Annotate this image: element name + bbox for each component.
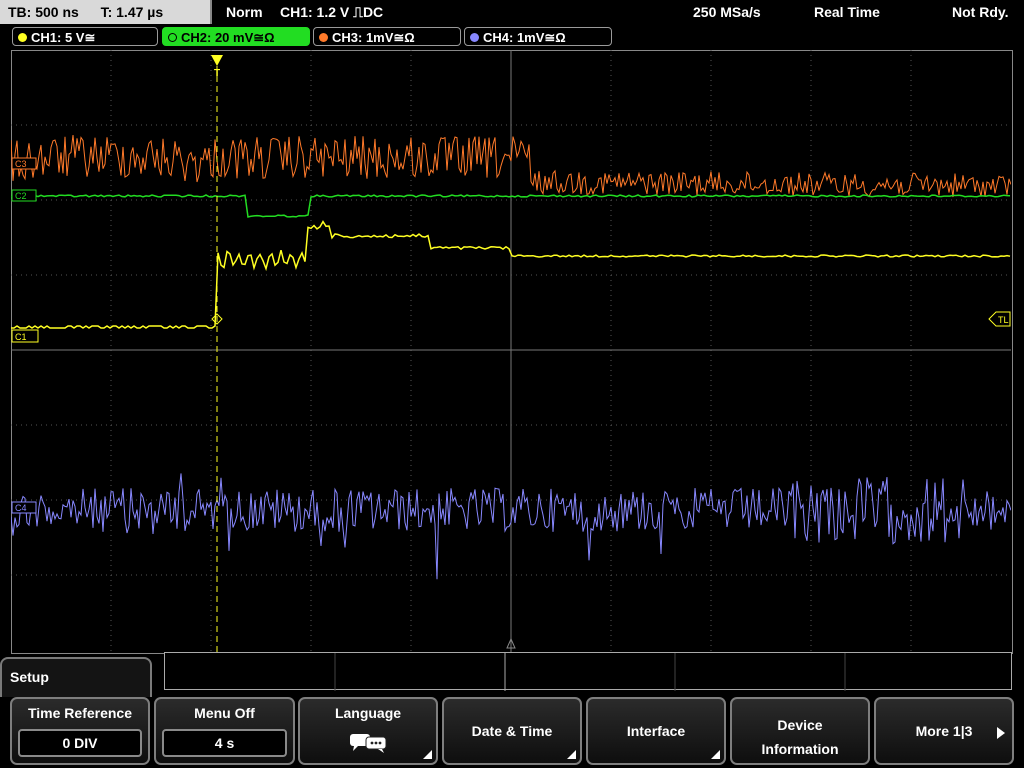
channel-3-tab[interactable]: CH3: 1mV≅Ω xyxy=(313,27,461,46)
trigger-mode[interactable]: Norm xyxy=(226,0,263,24)
channel-2-label: CH2: 20 mV≅Ω xyxy=(181,30,275,45)
channel-2-tab[interactable]: CH2: 20 mV≅Ω xyxy=(162,27,310,46)
device-information-label-1: Device xyxy=(777,717,823,733)
speech-bubbles-icon xyxy=(350,734,387,753)
waveform-plot: T C3 C2 C1 C4 TL xyxy=(11,50,1011,652)
interface-softkey[interactable]: Interface xyxy=(586,697,726,765)
channel-1-tab[interactable]: CH1: 5 V≅ xyxy=(12,27,158,46)
status-bar: TB: 500 ns T: 1.47 µs Norm CH1: 1.2 V ⎍D… xyxy=(0,0,1024,26)
timebase-box[interactable]: TB: 500 ns T: 1.47 µs xyxy=(0,0,212,24)
channel-3-label: CH3: 1mV≅Ω xyxy=(332,30,415,45)
submenu-corner-icon xyxy=(567,750,576,759)
sample-rate: 250 MSa/s xyxy=(693,4,761,20)
trigger-level-marker: TL xyxy=(988,311,1011,327)
interface-label: Interface xyxy=(626,723,686,739)
submenu-corner-icon xyxy=(423,750,432,759)
language-label: Language xyxy=(334,705,402,721)
acquisition-state: Not Rdy. xyxy=(952,4,1009,20)
channel-1-dot-icon xyxy=(18,33,27,42)
submenu-corner-icon xyxy=(711,750,720,759)
channel-3-dot-icon xyxy=(319,33,328,42)
channel-1-marker: C1 xyxy=(11,329,39,343)
language-softkey[interactable]: Language xyxy=(298,697,438,765)
channel-4-marker-label: C4 xyxy=(15,503,27,513)
channel-2-marker: C2 xyxy=(11,189,37,202)
menu-off-value: 4 s xyxy=(162,729,287,757)
graticule xyxy=(11,50,1011,652)
trigger-time-text: T: 1.47 µs xyxy=(100,4,164,20)
channel-2-marker-label: C2 xyxy=(15,191,27,201)
more-label: More 1|3 xyxy=(915,723,973,739)
more-softkey[interactable]: More 1|3 xyxy=(874,697,1014,765)
trigger-level-label: TL xyxy=(998,315,1009,325)
trigger-position-arrow-icon xyxy=(211,55,223,66)
time-reference-label: Time Reference xyxy=(27,705,132,721)
channel-3-marker-label: C3 xyxy=(15,159,27,169)
menu-off-label: Menu Off xyxy=(194,705,255,721)
date-time-softkey[interactable]: Date & Time xyxy=(442,697,582,765)
channel-1-marker-label: C1 xyxy=(15,332,27,342)
menu-title-tab: Setup xyxy=(0,657,152,697)
channel-4-dot-icon xyxy=(470,33,479,42)
arrow-right-icon xyxy=(997,727,1005,739)
date-time-label: Date & Time xyxy=(471,723,553,739)
channel-3-marker: C3 xyxy=(11,157,37,170)
device-information-label-2: Information xyxy=(761,741,839,757)
channel-2-dot-icon xyxy=(168,33,177,42)
channel-4-tab[interactable]: CH4: 1mV≅Ω xyxy=(464,27,612,46)
channel-1-label: CH1: 5 V≅ xyxy=(31,30,96,45)
zoom-strip xyxy=(164,652,1012,691)
channel-4-marker: C4 xyxy=(11,501,37,514)
time-reference-softkey[interactable]: Time Reference 0 DIV xyxy=(10,697,150,765)
channel-4-label: CH4: 1mV≅Ω xyxy=(483,30,566,45)
trigger-source[interactable]: CH1: 1.2 V ⎍DC xyxy=(280,0,383,24)
timebase-text: TB: 500 ns xyxy=(8,4,79,20)
acquisition-mode: Real Time xyxy=(814,4,880,20)
device-information-softkey[interactable]: Device Information xyxy=(730,697,870,765)
menu-off-softkey[interactable]: Menu Off 4 s xyxy=(154,697,295,765)
time-reference-value: 0 DIV xyxy=(18,729,142,757)
trigger-position-marker: T xyxy=(214,68,220,79)
